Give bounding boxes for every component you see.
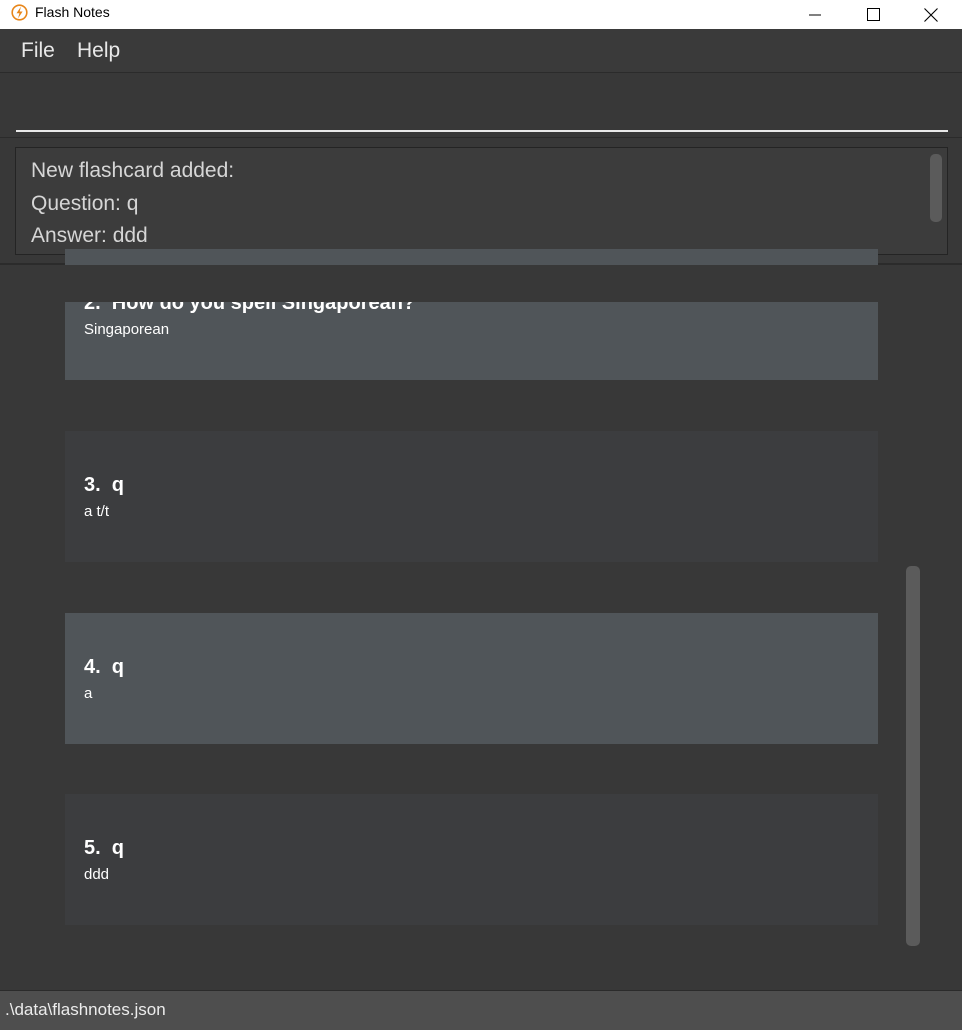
result-line: Answer: ddd [31,224,148,247]
minimize-icon [809,14,821,15]
lightning-icon [11,4,28,21]
result-text-area[interactable]: New flashcard added: Question: q Answer:… [15,147,948,255]
command-box [0,74,962,138]
flashcard-item[interactable]: 3. q a t/t [65,431,878,562]
flashcard-question: 4. q [84,656,125,678]
flashcard-question: 3. q [84,474,125,496]
flashcard-answer: Singaporean [84,321,170,338]
result-line: Question: q [31,192,139,215]
minimize-button[interactable] [786,0,844,29]
title-bar: Flash Notes [0,0,962,29]
result-display: New flashcard added: Question: q Answer:… [0,139,962,265]
save-location: .\data\flashnotes.json [5,1000,166,1019]
window-title: Flash Notes [35,4,110,20]
flashcard-item[interactable]: 5. q ddd [65,794,878,925]
flashcard-item[interactable]: 4. q a [65,613,878,744]
menu-help[interactable]: Help [77,39,120,63]
flashcard-question: 5. q [84,837,125,859]
result-line: New flashcard added: [31,159,235,182]
command-input[interactable] [16,86,948,132]
result-scrollbar[interactable] [930,154,942,222]
maximize-button[interactable] [844,0,902,29]
maximize-icon [866,8,880,21]
flashcard-list: 2. How do you spell Singaporean? Singapo… [0,249,962,990]
flashcard-answer: ddd [84,866,110,883]
menu-file[interactable]: File [21,39,55,63]
menu-bar: File Help [0,29,962,73]
flashcard-answer: a t/t [84,503,110,520]
close-icon [924,7,938,22]
list-top-edge [0,265,962,302]
list-scrollbar[interactable] [906,566,920,946]
status-bar: .\data\flashnotes.json [0,990,962,1030]
close-button[interactable] [902,0,960,29]
flashcard-answer: a [84,685,93,702]
